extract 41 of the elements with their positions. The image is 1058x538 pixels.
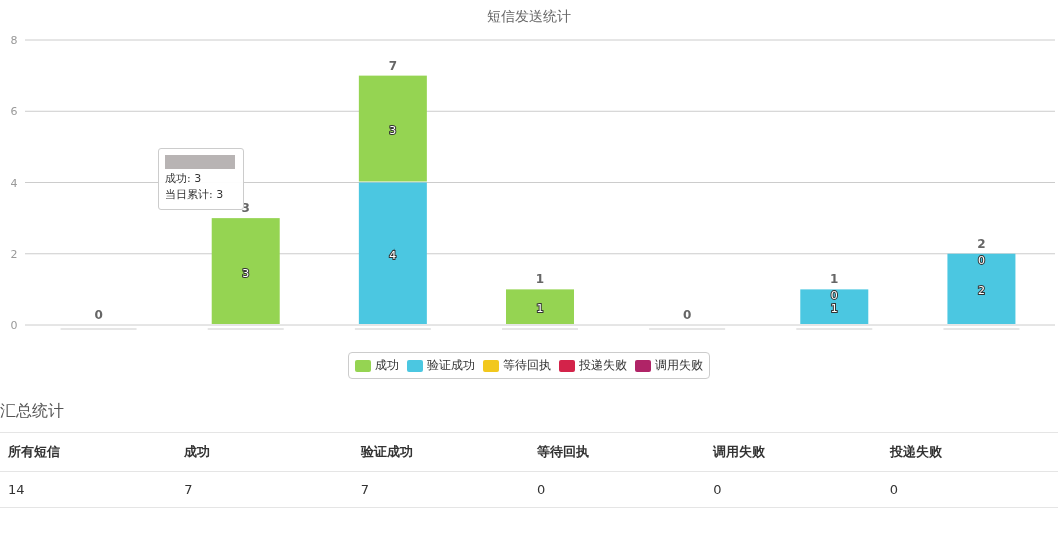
- column-header: 所有短信: [0, 432, 177, 472]
- table-cell: 0: [881, 471, 1058, 508]
- column-header: 投递失败: [881, 432, 1058, 472]
- total-label: 7: [388, 58, 398, 73]
- data-label: 3: [389, 124, 397, 138]
- data-label: 3: [242, 266, 250, 280]
- total-label: 0: [682, 308, 692, 322]
- total-label: 1: [830, 272, 839, 287]
- legend-label[interactable]: 调用失败: [655, 357, 703, 374]
- data-label: 1: [536, 302, 544, 316]
- legend-label[interactable]: 等待回执: [503, 357, 551, 374]
- data-label: 0: [830, 289, 838, 303]
- table-cell: 14: [0, 471, 177, 508]
- total-label: 0: [94, 308, 103, 322]
- axis-tick-label: 8: [10, 34, 18, 47]
- blurred-title: [165, 155, 235, 169]
- table-cell: 7: [176, 471, 353, 508]
- tooltip-row-text: 成功: 3: [165, 171, 203, 187]
- data-label: 4: [389, 248, 397, 262]
- data-label: 0: [977, 253, 985, 267]
- chart-title: 短信发送统计: [486, 7, 572, 26]
- table-cell: 0: [705, 471, 882, 508]
- axis-tick-label: 2: [10, 247, 18, 261]
- table-cell: 7: [352, 471, 529, 508]
- data-label: 1: [830, 302, 838, 316]
- column-header: 验证成功: [352, 432, 529, 472]
- legend-label[interactable]: 投递失败: [579, 357, 627, 374]
- total-label: 2: [977, 236, 986, 251]
- section-title: 汇总统计: [0, 401, 65, 422]
- total-label: 1: [535, 272, 545, 287]
- tooltip-row-text: 当日累计: 3: [165, 187, 225, 203]
- column-header: 调用失败: [705, 432, 882, 472]
- legend-label[interactable]: 验证成功: [427, 357, 475, 374]
- table-cell: 0: [529, 471, 706, 508]
- legend-label[interactable]: 成功: [375, 357, 399, 374]
- axis-tick-label: 6: [10, 105, 18, 119]
- axis-tick-label: 0: [10, 319, 18, 330]
- data-label: 2: [977, 284, 985, 298]
- axis-tick-label: 4: [10, 176, 18, 190]
- column-header: 等待回执: [529, 432, 706, 472]
- column-header: 成功: [176, 432, 353, 472]
